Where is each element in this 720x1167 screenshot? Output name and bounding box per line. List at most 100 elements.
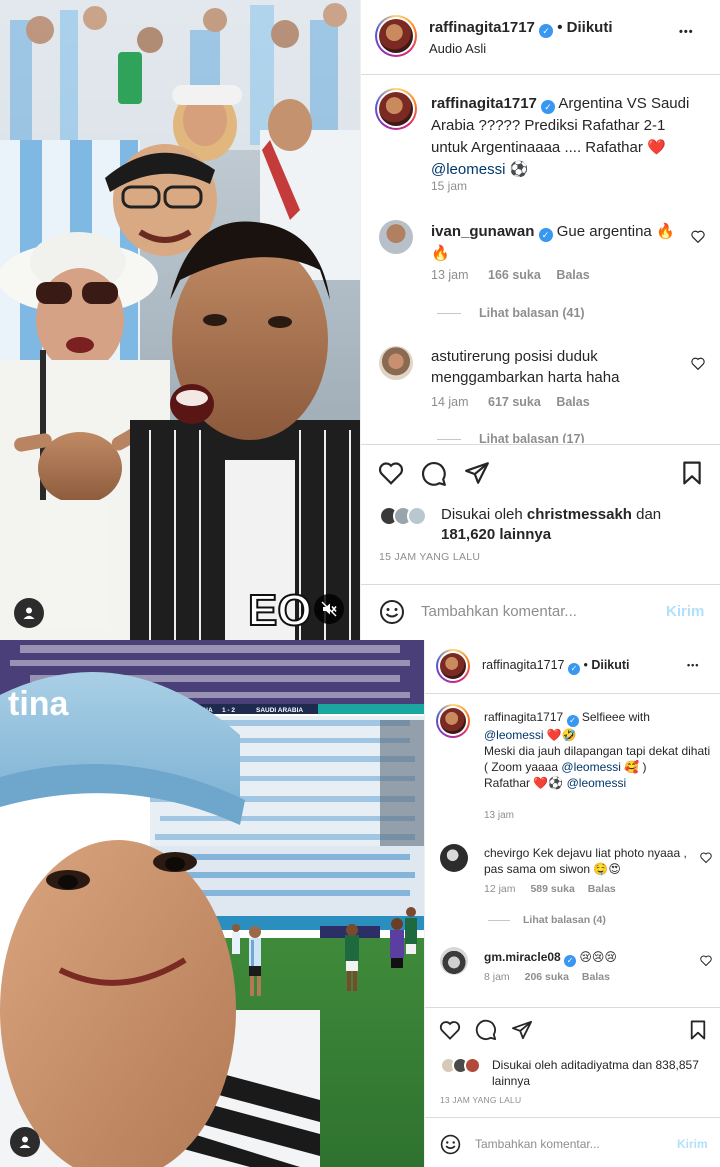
comment-input[interactable]: Tambahkan komentar...: [475, 1137, 600, 1151]
caption-mention[interactable]: @leomessi: [484, 728, 544, 742]
liked-by-avatars[interactable]: [379, 504, 437, 528]
more-options-icon[interactable]: •••: [679, 26, 694, 38]
comment-username[interactable]: ivan_gunawan: [431, 223, 534, 240]
post-2-caption: raffinagita1717 ✓ Selfieee with @leomess…: [484, 709, 714, 791]
comment-likes[interactable]: 589 suka: [530, 883, 574, 895]
caption-mention[interactable]: @leomessi: [567, 776, 627, 790]
caption-mention[interactable]: @leomessi: [561, 760, 621, 774]
comment-emoji: 😢😢😢: [579, 950, 617, 964]
share-icon[interactable]: [464, 461, 490, 485]
comment-input[interactable]: Tambahkan komentar...: [421, 603, 577, 620]
caption-emoji: ❤️🤣: [546, 728, 577, 742]
likes-count[interactable]: 181,620 lainnya: [441, 526, 551, 543]
user-tag-button[interactable]: [14, 598, 44, 628]
reply-button[interactable]: Balas: [556, 395, 589, 409]
likes-prefix: Disukai oleh: [492, 1058, 558, 1072]
comment-likes[interactable]: 206 suka: [525, 971, 569, 983]
comment-like-heart-icon[interactable]: [700, 852, 712, 863]
actions-divider: [425, 1117, 720, 1118]
view-replies-button[interactable]: Lihat balasan (4): [523, 914, 606, 926]
post-1-author-username[interactable]: raffinagita1717: [429, 19, 535, 36]
post-timestamp: 15 JAM YANG LALU: [379, 551, 481, 563]
comment-icon[interactable]: [421, 461, 447, 487]
comment-like-heart-icon[interactable]: [700, 955, 712, 966]
caption-username[interactable]: raffinagita1717: [431, 95, 537, 112]
mute-icon: [321, 601, 337, 617]
user-icon: [19, 1136, 31, 1148]
comment-1-meta: 13 jam 166 suka Balas: [431, 268, 590, 282]
comment-icon[interactable]: [475, 1019, 497, 1041]
actions-divider: [361, 584, 720, 585]
reply-button[interactable]: Balas: [556, 268, 589, 282]
comment-username[interactable]: gm.miracle08: [484, 950, 561, 964]
comment-2: astutirerung posisi duduk menggambarkan …: [431, 346, 675, 388]
post-2: ARGENTINA 1 - 2 SAUDI ARABIA: [0, 640, 720, 1167]
caption-mention[interactable]: @leomessi: [431, 161, 505, 178]
post-1-video[interactable]: EO: [0, 0, 360, 640]
commenter-avatar[interactable]: [440, 947, 468, 975]
comment-time: 14 jam: [431, 395, 469, 409]
liked-by-avatars[interactable]: [440, 1056, 488, 1076]
comment-like-heart-icon[interactable]: [691, 357, 705, 370]
verified-badge-icon: ✓: [564, 955, 577, 967]
reply-button[interactable]: Balas: [582, 971, 610, 983]
header-divider: [425, 693, 720, 694]
post-1-author-avatar[interactable]: [375, 15, 417, 57]
separator-dot: •: [583, 658, 588, 672]
bookmark-icon[interactable]: [689, 1020, 707, 1040]
replies-clip: Lihat balasan (17): [361, 428, 720, 443]
scoreboard-team-b: SAUDI ARABIA: [256, 707, 303, 714]
comment-likes[interactable]: 166 suka: [488, 268, 541, 282]
likes-summary: Disukai oleh christmessakh dan 181,620 l…: [441, 505, 711, 545]
commenter-avatar[interactable]: [379, 220, 413, 254]
comment-username[interactable]: chevirgo: [484, 846, 529, 860]
post-2-caption-avatar[interactable]: [436, 704, 470, 738]
share-icon[interactable]: [511, 1020, 533, 1040]
post-2-author-username[interactable]: raffinagita1717: [482, 658, 564, 672]
comment-like-heart-icon[interactable]: [691, 230, 705, 243]
reply-button[interactable]: Balas: [588, 883, 616, 895]
caption-username[interactable]: raffinagita1717: [484, 710, 563, 724]
post-comment-button[interactable]: Kirim: [677, 1137, 708, 1151]
post-1-side-panel: raffinagita1717 ✓ • Diikuti Audio Asli •…: [360, 0, 720, 640]
header-divider: [361, 74, 720, 75]
post-2-photo[interactable]: ARGENTINA 1 - 2 SAUDI ARABIA: [0, 640, 424, 1167]
comment-1: ivan_gunawan ✓ Gue argentina 🔥 🔥: [431, 221, 681, 265]
post-2-author-avatar[interactable]: [436, 649, 470, 683]
comment-2-meta: 14 jam 617 suka Balas: [431, 395, 590, 409]
comment-2-meta: 8 jam 206 suka Balas: [484, 971, 610, 983]
caption-line-3: ( Zoom yaaaa: [484, 760, 559, 774]
post-1-header-line: raffinagita1717 ✓ • Diikuti: [429, 19, 613, 38]
post-1: EO raffinagita1717 ✓ • Diikuti Audio Asl…: [0, 0, 720, 640]
post-2-side-panel: raffinagita1717 ✓ • Diikuti ••• raffinag…: [424, 640, 720, 1167]
verified-badge-icon: ✓: [541, 100, 556, 114]
comment-text: Gue argentina: [556, 223, 652, 240]
emoji-icon[interactable]: [440, 1134, 461, 1155]
post-1-caption-avatar[interactable]: [375, 88, 417, 130]
user-tag-button[interactable]: [10, 1127, 40, 1157]
stadium-selfie-video-frame: EO: [0, 0, 360, 640]
comment-emoji: 🤤😍: [593, 862, 621, 876]
follow-status[interactable]: Diikuti: [591, 658, 629, 672]
bookmark-icon[interactable]: [681, 461, 703, 485]
commenter-avatar[interactable]: [440, 844, 468, 872]
comment-username[interactable]: astutirerung: [431, 348, 510, 365]
audio-label[interactable]: Audio Asli: [429, 41, 486, 56]
comments-divider: [361, 444, 720, 445]
comment-likes[interactable]: 617 suka: [488, 395, 541, 409]
liked-by-user[interactable]: aditadiyatma: [561, 1058, 629, 1072]
view-replies-button[interactable]: Lihat balasan (17): [479, 432, 585, 443]
liked-by-user[interactable]: christmessakh: [527, 506, 632, 523]
caption-time: 13 jam: [484, 810, 515, 821]
heart-icon[interactable]: [378, 461, 404, 485]
more-options-icon[interactable]: •••: [687, 660, 699, 670]
post-comment-button[interactable]: Kirim: [666, 603, 704, 620]
comment-1: chevirgo Kek dejavu liat photo nyaaa , p…: [484, 845, 698, 877]
emoji-icon[interactable]: [379, 599, 405, 625]
follow-status[interactable]: Diikuti: [567, 19, 613, 36]
commenter-avatar[interactable]: [379, 346, 413, 380]
mute-button[interactable]: [314, 594, 344, 624]
post-1-caption: raffinagita1717 ✓ Argentina VS Saudi Ara…: [431, 93, 705, 181]
heart-icon[interactable]: [439, 1020, 461, 1040]
view-replies-button[interactable]: Lihat balasan (41): [479, 306, 585, 320]
